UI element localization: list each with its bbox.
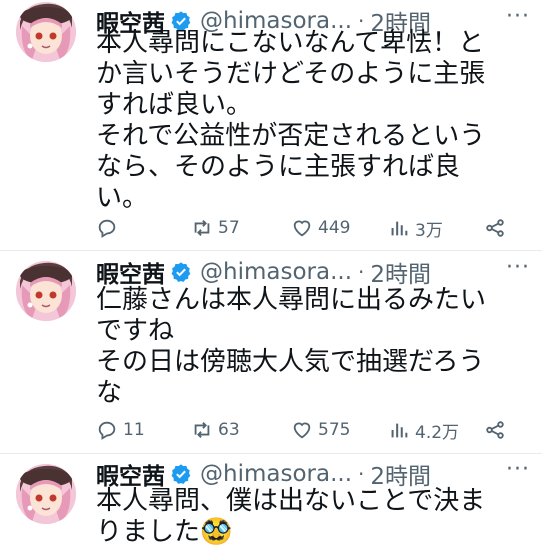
views-count: 4.2万 <box>415 422 460 443</box>
avatar-image <box>16 464 76 524</box>
tweet-text-line: なら、そのように主張すれば良 <box>96 152 461 182</box>
verified-badge-icon <box>171 262 191 282</box>
share-icon <box>486 421 504 439</box>
reply-count: 11 <box>123 420 145 440</box>
retweet-icon <box>194 220 210 236</box>
tweet-text: 本人尋問にこないなんて卑怯！と か言いそうだけどそのように主張 すれば良い。 そ… <box>96 28 532 214</box>
reply-button[interactable] <box>96 217 123 239</box>
views-icon <box>391 221 408 236</box>
views-button[interactable]: 3万 <box>388 216 443 241</box>
avatar-image <box>16 261 76 321</box>
share-icon <box>486 219 504 237</box>
retweet-button[interactable]: 57 <box>191 217 240 239</box>
like-count: 449 <box>318 218 351 238</box>
verified-badge-icon <box>171 464 191 484</box>
more-options-icon[interactable]: ··· <box>506 4 530 29</box>
avatar[interactable] <box>16 2 76 62</box>
tweet-text: 仁藤さんは本人尋問に出るみたい ですね その日は傍聴大人気で抽選だろう な <box>96 285 532 409</box>
tweet-actions: 57 449 3万 <box>96 213 516 243</box>
like-button[interactable]: 575 <box>291 419 350 441</box>
more-options-icon[interactable]: ··· <box>506 457 530 482</box>
tweet-text-line: りました🥸 <box>96 517 233 547</box>
views-button[interactable]: 4.2万 <box>388 418 459 443</box>
tweet-text-line: 本人尋問にこないなんて卑怯！と <box>96 28 485 58</box>
like-icon <box>293 220 311 237</box>
retweet-button[interactable]: 63 <box>191 419 240 441</box>
tweet-text-line: い。 <box>96 183 149 213</box>
views-count: 3万 <box>415 220 443 241</box>
tweet-text-line: 仁藤さんは本人尋問に出るみたい <box>96 285 487 315</box>
reply-icon <box>98 219 116 238</box>
tweet-actions: 11 63 575 4.2万 <box>96 415 516 445</box>
retweet-count: 63 <box>218 420 240 440</box>
timestamp[interactable]: 2時間 <box>370 255 431 289</box>
tweet-text-line: 本人尋問、僕は出ないことで決ま <box>96 486 486 516</box>
separator-dot: · <box>358 260 365 284</box>
retweet-icon <box>194 422 210 438</box>
share-button[interactable] <box>484 419 511 441</box>
reply-icon <box>98 421 116 440</box>
separator-dot: · <box>358 462 365 486</box>
tweet-text-line: な <box>96 378 123 408</box>
avatar-image <box>16 2 76 62</box>
tweet[interactable]: 暇空茜 @himasora... · 2時間 ··· 仁藤さんは本人尋問に出るみ… <box>0 251 542 451</box>
user-handle[interactable]: @himasora... <box>200 259 352 285</box>
like-icon <box>293 422 311 439</box>
avatar[interactable] <box>16 464 76 524</box>
tweet-text-line: その日は傍聴大人気で抽選だろう <box>96 347 485 377</box>
avatar[interactable] <box>16 261 76 321</box>
tweet-text-line: ですね <box>96 316 175 346</box>
tweet[interactable]: 暇空茜 @himasora... · 2時間 ··· 本人尋問にこないなんて卑怯… <box>0 0 542 250</box>
tweet-text-line: か言いそうだけどそのように主張 <box>96 59 486 89</box>
share-button[interactable] <box>484 217 511 239</box>
like-button[interactable]: 449 <box>291 217 350 239</box>
tweet[interactable]: 暇空茜 @himasora... · 2時間 ··· 本人尋問、僕は出ないことで… <box>0 454 542 547</box>
tweet-text-line: それで公益性が否定されるという <box>96 121 486 151</box>
display-name[interactable]: 暇空茜 <box>96 255 165 289</box>
tweet-text-line: すれば良い。 <box>96 90 253 120</box>
more-options-icon[interactable]: ··· <box>506 255 530 280</box>
like-count: 575 <box>318 420 351 440</box>
views-icon <box>391 423 408 438</box>
tweet-text: 本人尋問、僕は出ないことで決ま りました🥸 <box>96 486 532 548</box>
retweet-count: 57 <box>218 218 240 238</box>
user-handle[interactable]: @himasora... <box>200 461 352 487</box>
reply-button[interactable]: 11 <box>96 419 145 441</box>
